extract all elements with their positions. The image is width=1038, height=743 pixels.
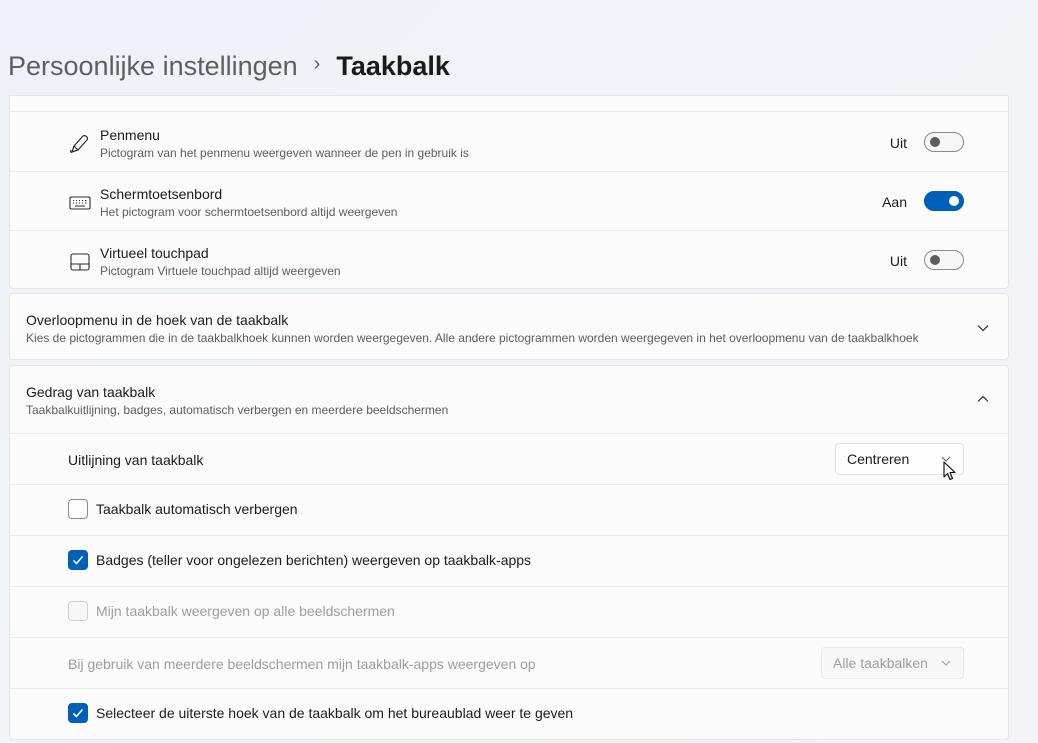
- divider: [10, 535, 1008, 536]
- taskbar-corner-icons-group: Penmenu Pictogram van het penmenu weerge…: [9, 95, 1009, 289]
- divider: [10, 637, 1008, 638]
- divider: [10, 111, 1008, 112]
- keyboard-toggle[interactable]: [924, 191, 964, 211]
- show-desktop-corner-checkbox[interactable]: [68, 703, 88, 723]
- pen-icon: [68, 132, 92, 156]
- toggle-knob: [930, 255, 940, 265]
- alignment-value: Centreren: [847, 451, 910, 467]
- breadcrumb: Persoonlijke instellingen › Taakbalk: [8, 46, 450, 86]
- badges-label[interactable]: Badges (teller voor ongelezen berichten)…: [96, 552, 531, 568]
- divider: [10, 230, 1008, 231]
- divider: [10, 586, 1008, 587]
- badges-checkbox[interactable]: [68, 550, 88, 570]
- divider: [10, 688, 1008, 689]
- page-title: Taakbalk: [336, 50, 450, 81]
- touchpad-icon: [68, 250, 92, 274]
- keyboard-subtitle: Het pictogram voor schermtoetsenbord alt…: [100, 205, 398, 219]
- multi-display-value: Alle taakbalken: [833, 655, 928, 671]
- show-desktop-corner-label[interactable]: Selecteer de uiterste hoek van de taakba…: [96, 705, 573, 721]
- checkmark-icon: [72, 708, 84, 718]
- keyboard-state-label: Aan: [882, 194, 907, 210]
- breadcrumb-separator-icon: ›: [313, 52, 321, 75]
- chevron-down-icon[interactable]: [976, 321, 990, 335]
- all-displays-checkbox[interactable]: [68, 601, 88, 621]
- toggle-knob: [949, 196, 959, 206]
- touchpad-toggle[interactable]: [924, 250, 964, 270]
- multi-display-label: Bij gebruik van meerdere beeldschermen m…: [68, 656, 536, 672]
- divider: [10, 433, 1008, 434]
- checkmark-icon: [72, 555, 84, 565]
- breadcrumb-parent[interactable]: Persoonlijke instellingen: [8, 51, 298, 82]
- autohide-label[interactable]: Taakbalk automatisch verbergen: [96, 501, 298, 517]
- penmenu-subtitle: Pictogram van het penmenu weergeven wann…: [100, 146, 469, 160]
- alignment-label: Uitlijning van taakbalk: [68, 452, 204, 468]
- penmenu-toggle[interactable]: [924, 132, 964, 152]
- toggle-knob: [930, 137, 940, 147]
- behavior-title: Gedrag van taakbalk: [26, 384, 156, 400]
- keyboard-icon: [68, 191, 92, 215]
- overflow-subtitle: Kies de pictogrammen die in de taakbalkh…: [26, 331, 919, 345]
- taskbar-behavior-expander: Gedrag van taakbalk Taakbalkuitlijning, …: [9, 365, 1009, 740]
- overflow-title: Overloopmenu in de hoek van de taakbalk: [26, 312, 289, 328]
- penmenu-title: Penmenu: [100, 127, 160, 143]
- all-displays-label: Mijn taakbalk weergeven op alle beeldsch…: [96, 603, 395, 619]
- touchpad-state-label: Uit: [889, 253, 907, 269]
- multi-display-dropdown[interactable]: Alle taakbalken: [821, 647, 964, 679]
- behavior-subtitle: Taakbalkuitlijning, badges, automatisch …: [26, 403, 449, 417]
- divider: [10, 484, 1008, 485]
- overflow-menu-expander[interactable]: Overloopmenu in de hoek van de taakbalk …: [9, 293, 1009, 360]
- keyboard-title: Schermtoetsenbord: [100, 186, 223, 202]
- touchpad-subtitle: Pictogram Virtuele touchpad altijd weerg…: [100, 264, 341, 278]
- penmenu-state-label: Uit: [889, 135, 907, 151]
- mouse-cursor-icon: [943, 461, 956, 481]
- divider: [10, 171, 1008, 172]
- autohide-checkbox[interactable]: [68, 499, 88, 519]
- chevron-down-icon: [941, 660, 951, 666]
- chevron-up-icon[interactable]: [976, 392, 990, 406]
- touchpad-title: Virtueel touchpad: [100, 245, 209, 261]
